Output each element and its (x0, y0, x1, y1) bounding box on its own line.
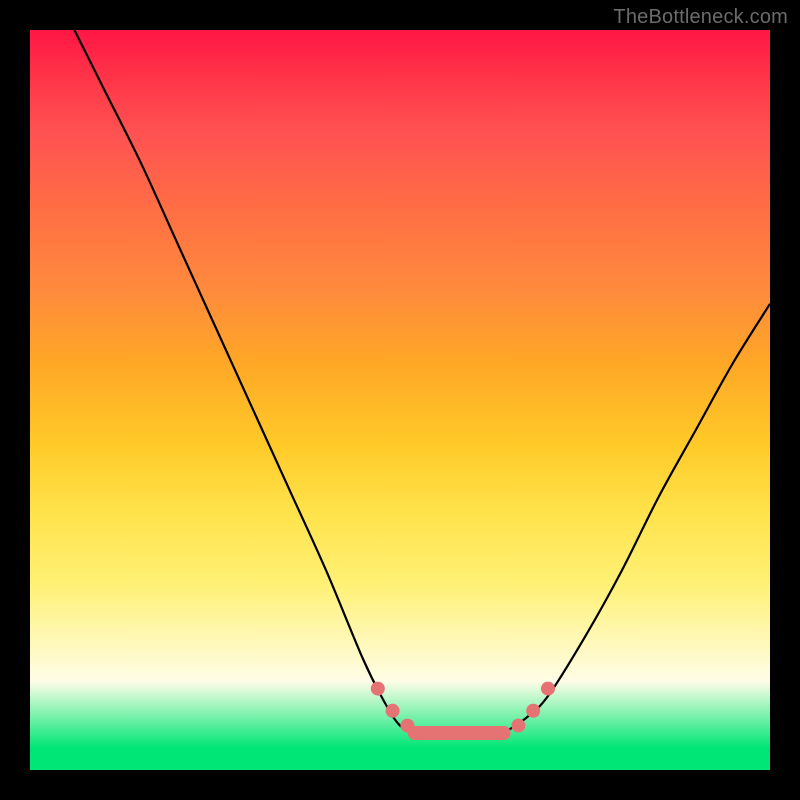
bottleneck-curve (30, 30, 770, 770)
curve-marker (371, 682, 385, 696)
watermark-label: TheBottleneck.com (613, 6, 788, 29)
curve-marker (408, 726, 422, 740)
curve-marker (497, 726, 511, 740)
curve-marker (511, 719, 525, 733)
curve-right-arm (504, 304, 770, 733)
chart-frame: TheBottleneck.com (0, 0, 800, 800)
plot-area (30, 30, 770, 770)
curve-left-arm (74, 30, 414, 733)
curve-marker (541, 682, 555, 696)
curve-marker (386, 704, 400, 718)
curve-marker (526, 704, 540, 718)
